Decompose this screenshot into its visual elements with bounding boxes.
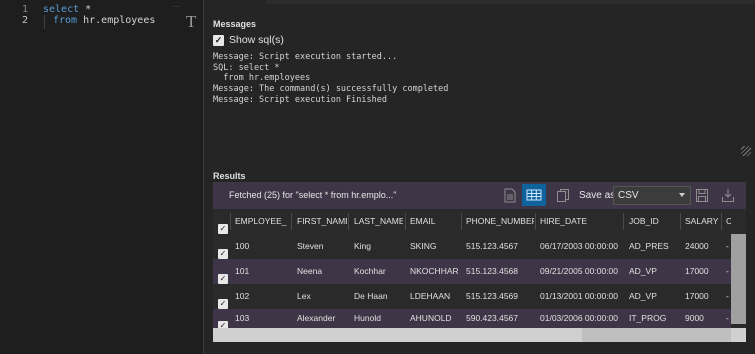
column-header[interactable]: FIRST_NAME (297, 209, 347, 234)
checkbox-checked-icon: ✓ (218, 249, 228, 259)
resize-grip-icon[interactable] (741, 146, 751, 156)
table-cell[interactable]: SKING (410, 234, 455, 259)
table-cell[interactable]: De Haan (354, 284, 403, 309)
checkbox-checked-icon: ✓ (218, 224, 228, 234)
table-cell[interactable]: Alexander (297, 309, 349, 328)
table-cell[interactable]: 103 (235, 309, 287, 328)
table-cell[interactable]: Neena (297, 259, 347, 284)
table-row[interactable]: ✓ 101 Neena Kochhar NKOCHHAR 515.123.456… (213, 259, 746, 284)
code-keyword: from (53, 15, 78, 26)
column-header[interactable]: JOB_ID (629, 209, 675, 234)
table-row[interactable]: ✓ 102 Lex De Haan LDEHAAN 515.123.4569 0… (213, 284, 746, 309)
column-header[interactable]: PHONE_NUMBER (466, 209, 534, 234)
copy-icon[interactable] (556, 188, 570, 203)
fold-hint-icon: ⋯ (172, 2, 180, 11)
column-header[interactable]: LAST_NAME (354, 209, 403, 234)
row-checkbox[interactable]: ✓ (218, 291, 228, 310)
table-cell[interactable]: 102 (235, 284, 287, 309)
column-divider (680, 213, 681, 230)
pane-header-strip (266, 0, 755, 4)
horizontal-scroll-thumb[interactable] (582, 328, 731, 342)
table-cell[interactable]: 515.123.4567 (466, 234, 534, 259)
table-cell[interactable]: 515.123.4569 (466, 284, 534, 309)
table-cell[interactable]: 101 (235, 259, 287, 284)
results-toolbar: Fetched (25) for "select * from hr.emplo… (213, 182, 746, 209)
save-icon[interactable] (695, 188, 709, 203)
column-divider (461, 213, 462, 230)
table-row[interactable]: ✓ 100 Steven King SKING 515.123.4567 06/… (213, 234, 746, 259)
checkbox-checked-icon[interactable]: ✓ (213, 34, 224, 46)
column-divider (535, 213, 536, 230)
table-cell[interactable]: 01/03/2006 00:00:00 (540, 309, 622, 328)
column-header[interactable]: HIRE_DATE (540, 209, 618, 234)
column-divider (291, 213, 292, 230)
document-export-icon[interactable] (503, 188, 517, 203)
checkbox-checked-icon: ✓ (218, 299, 228, 309)
column-divider (721, 213, 722, 230)
line-number: 2 (21, 15, 28, 26)
table-cell[interactable]: Steven (297, 234, 347, 259)
column-header[interactable]: EMPLOYEE_ID (235, 209, 287, 234)
table-cell[interactable]: Hunold (354, 309, 403, 328)
message-line: Message: Script execution started... (213, 52, 398, 62)
table-cell[interactable]: 515.123.4568 (466, 259, 534, 284)
table-cell[interactable]: NKOCHHAR (410, 259, 459, 284)
table-cell[interactable]: AHUNOLD (410, 309, 459, 328)
table-cell[interactable]: 17000 (685, 284, 719, 309)
column-header[interactable]: EMAIL (410, 209, 455, 234)
results-title: Results (213, 171, 246, 181)
table-row[interactable]: ✓ 103 Alexander Hunold AHUNOLD 590.423.4… (213, 309, 746, 331)
results-grid: Fetched (25) for "select * from hr.emplo… (213, 182, 746, 342)
table-cell[interactable]: LDEHAAN (410, 284, 459, 309)
show-sql-toggle[interactable]: ✓ Show sql(s) (213, 33, 284, 47)
table-cell[interactable]: 100 (235, 234, 287, 259)
column-divider (348, 213, 349, 230)
column-divider (623, 213, 624, 230)
column-header[interactable]: SALARY (685, 209, 719, 234)
table-cell[interactable]: 17000 (685, 259, 719, 284)
table-cell[interactable]: 24000 (685, 234, 719, 259)
splitter-handle-icon[interactable]: T (186, 12, 196, 32)
message-line: from hr.employees (213, 73, 311, 83)
table-cell[interactable]: King (354, 234, 403, 259)
save-format-select[interactable]: CSV (613, 186, 691, 205)
table-cell[interactable]: 9000 (685, 309, 719, 328)
output-pane: Messages ✓ Show sql(s) Message: Script e… (203, 0, 755, 354)
select-all-checkbox[interactable]: ✓ (218, 216, 228, 235)
table-cell[interactable]: Kochhar (354, 259, 403, 284)
download-icon[interactable] (721, 188, 735, 203)
column-divider (405, 213, 406, 230)
table-cell[interactable]: 06/17/2003 00:00:00 (540, 234, 622, 259)
fetched-status: Fetched (25) for "select * from hr.emplo… (229, 190, 397, 200)
show-sql-label: Show sql(s) (229, 34, 284, 46)
table-header-row: ✓ EMPLOYEE_ID FIRST_NAME LAST_NAME EMAIL… (213, 209, 746, 234)
table-cell[interactable]: 09/21/2005 00:00:00 (540, 259, 622, 284)
message-line: Message: Script execution Finished (213, 95, 387, 105)
table-cell[interactable]: AD_VP (629, 259, 675, 284)
table-cell[interactable]: IT_PROG (629, 309, 675, 328)
checkbox-checked-icon: ✓ (218, 274, 228, 284)
code-text: hr.employees (77, 15, 156, 26)
message-line: Message: The command(s) successfully com… (213, 84, 449, 94)
grid-icon (526, 189, 542, 201)
column-divider (230, 213, 231, 230)
messages-title: Messages (213, 19, 257, 29)
table-cell[interactable]: AD_VP (629, 284, 675, 309)
table-cell[interactable]: 590.423.4567 (466, 309, 534, 328)
table-cell[interactable]: 01/13/2001 00:00:00 (540, 284, 622, 309)
editor-line-2[interactable]: 2 from hr.employees (0, 13, 185, 28)
vertical-scroll-thumb[interactable] (731, 234, 746, 324)
row-checkbox[interactable]: ✓ (218, 266, 228, 285)
sql-editor[interactable]: 1 select * 2 from hr.employees ⋯ (0, 0, 185, 354)
grid-view-button[interactable] (522, 184, 546, 206)
save-format-value: CSV (618, 190, 639, 201)
row-checkbox[interactable]: ✓ (218, 241, 228, 260)
chevron-down-icon (679, 193, 685, 197)
table-cell[interactable]: Lex (297, 284, 347, 309)
indent-guide (44, 15, 45, 29)
column-header[interactable]: C (726, 209, 731, 234)
table-cell[interactable]: AD_PRES (629, 234, 675, 259)
pane-splitter[interactable] (185, 0, 203, 354)
